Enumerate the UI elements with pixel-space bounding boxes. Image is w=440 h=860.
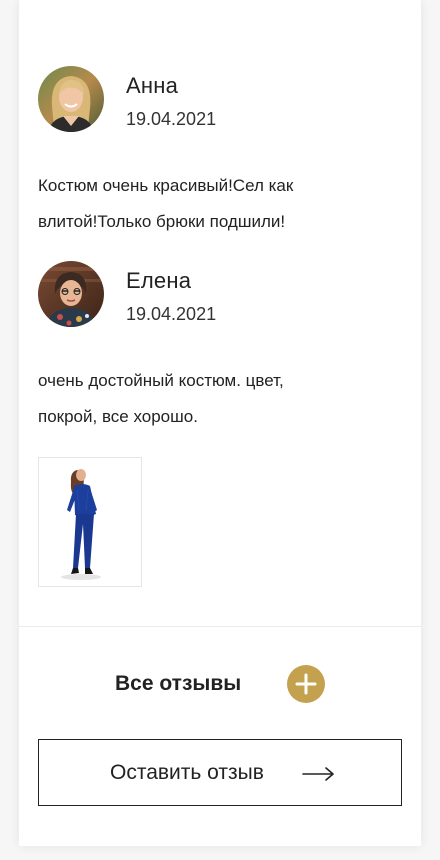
plus-circle-icon[interactable] [287,665,325,703]
arrow-right-icon [302,767,334,781]
author-name: Анна [126,73,179,98]
reviews-card: Анна 19.04.2021 Костюм очень красивый!Се… [19,0,421,846]
review-text: очень достойный костюм. цвет, покрой, вс… [38,371,284,426]
leave-review-button[interactable]: Оставить отзыв [38,739,402,806]
review-photo-thumbnail[interactable] [38,457,142,587]
woman-dark-hair-photo-icon [38,261,104,327]
author-name: Елена [126,268,192,293]
section-divider [19,626,421,627]
all-reviews-toggle[interactable]: Все отзывы [115,664,325,704]
leave-review-label: Оставить отзыв [110,761,264,784]
author-avatar [38,261,104,327]
blue-suit-photo-icon [39,458,141,586]
review-date: 19.04.2021 [126,304,217,324]
all-reviews-label: Все отзывы [115,672,242,695]
woman-blonde-photo-icon [38,66,104,132]
review-text: Костюм очень красивый!Сел как влитой!Тол… [38,176,294,231]
author-avatar [38,66,104,132]
review-date: 19.04.2021 [126,109,217,129]
